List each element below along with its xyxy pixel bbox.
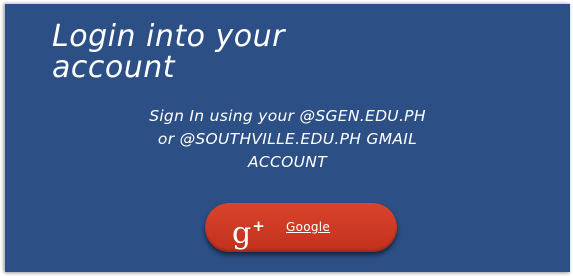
- login-title: Login into your account: [52, 21, 285, 83]
- login-instructions-line-3: ACCOUNT: [248, 153, 327, 171]
- login-instructions: Sign In using your @SGEN.EDU.PH or @SOUT…: [25, 105, 550, 174]
- login-instructions-line-2: or @SOUTHVILLE.EDU.PH GMAIL: [157, 130, 418, 148]
- google-plus-icon-plus: +: [252, 217, 265, 235]
- login-instructions-line-1: Sign In using your @SGEN.EDU.PH: [149, 107, 426, 125]
- login-title-line-2: account: [52, 50, 176, 85]
- google-plus-icon-g: g: [232, 216, 252, 251]
- page: Login into your account Sign In using yo…: [0, 0, 573, 276]
- google-plus-icon: g+: [232, 209, 265, 251]
- login-title-line-1: Login into your: [52, 19, 285, 54]
- login-card: Login into your account Sign In using yo…: [5, 3, 570, 272]
- google-sign-in-button[interactable]: g+ Google: [205, 203, 397, 252]
- google-button-label[interactable]: Google: [286, 220, 330, 234]
